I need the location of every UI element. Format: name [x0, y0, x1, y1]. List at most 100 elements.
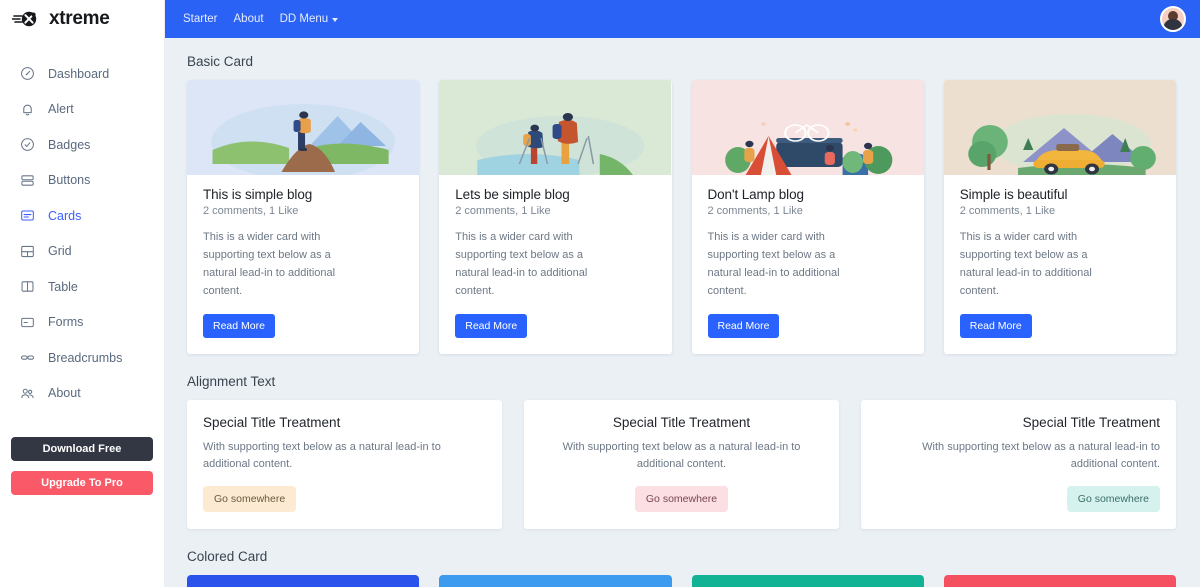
topbar: Starter About DD Menu [165, 0, 1200, 38]
alignment-card-title: Special Title Treatment [612, 414, 751, 430]
read-more-button[interactable]: Read More [455, 313, 528, 338]
basic-card-body: Don't Lamp blog 2 comments, 1 Like This … [692, 175, 924, 354]
sidebar-item-dashboard[interactable]: Dashboard [0, 56, 164, 92]
sidebar-actions: Download Free Upgrade To Pro [0, 437, 164, 495]
colored-card-section-title: Colored Card [187, 548, 268, 564]
alignment-card-text: With supporting text below as a natural … [562, 440, 801, 471]
upgrade-to-pro-button[interactable]: Upgrade To Pro [11, 471, 153, 495]
two-trekkers-illustration [439, 80, 672, 176]
colored-card-danger[interactable]: Special Title Treatment [943, 574, 1176, 587]
sidebar-item-buttons[interactable]: Buttons [0, 163, 164, 199]
go-somewhere-button[interactable]: Go somewhere [1066, 485, 1160, 512]
alignment-card-title: Special Title Treatment [1022, 414, 1160, 430]
basic-card-text: This is a wider card with supporting tex… [455, 231, 588, 297]
top-nav: Starter About DD Menu [183, 13, 339, 25]
basic-card-text: This is a wider card with supporting tex… [959, 231, 1092, 297]
basic-card-body: Lets be simple blog 2 comments, 1 Like T… [439, 175, 671, 354]
sidebar-item-label: Breadcrumbs [48, 350, 123, 365]
basic-card[interactable]: This is simple blog 2 comments, 1 Like T… [187, 80, 420, 354]
basic-card-text: This is a wider card with supporting tex… [203, 231, 336, 297]
alignment-card-title: Special Title Treatment [203, 414, 341, 430]
topnav-label: Starter [183, 13, 218, 25]
colored-card-primary[interactable]: Special Title Treatment [187, 574, 420, 587]
main-area: Starter About DD Menu Basic Card This is… [165, 0, 1200, 587]
brand-name: xtreme [49, 8, 110, 29]
colored-card-info[interactable]: Special Title Treatment [439, 574, 672, 587]
basic-card[interactable]: Lets be simple blog 2 comments, 1 Like T… [439, 80, 672, 354]
read-more-button[interactable]: Read More [203, 313, 275, 338]
colored-card-success[interactable]: Special Title Treatment [691, 574, 924, 587]
read-more-button[interactable]: Read More [959, 313, 1032, 338]
link-icon [20, 350, 35, 365]
sidebar-item-label: Cards [48, 208, 82, 223]
read-more-button[interactable]: Read More [707, 313, 780, 338]
basic-card-section-title: Basic Card [187, 54, 254, 69]
alignment-card-text: With supporting text below as a natural … [203, 440, 441, 471]
go-somewhere-button[interactable]: Go somewhere [634, 485, 729, 512]
sidebar: xtreme Dashboard Alert Badges Buttons Ca… [0, 0, 165, 587]
sidebar-item-label: Buttons [48, 173, 91, 188]
basic-card-title: This is simple blog [203, 187, 313, 202]
sidebar-item-cards[interactable]: Cards [0, 198, 164, 234]
brand[interactable]: xtreme [0, 0, 164, 38]
basic-card-title: Don't Lamp blog [707, 187, 804, 202]
topnav-link-dd-menu[interactable]: DD Menu [280, 13, 339, 25]
sidebar-item-forms[interactable]: Forms [0, 305, 164, 341]
alignment-section-title: Alignment Text [187, 373, 276, 389]
basic-card[interactable]: Simple is beautiful 2 comments, 1 Like T… [943, 80, 1176, 354]
download-free-button[interactable]: Download Free [11, 437, 153, 461]
sidebar-item-breadcrumbs[interactable]: Breadcrumbs [0, 340, 164, 376]
alignment-card-center[interactable]: Special Title Treatment With supporting … [524, 399, 839, 529]
people-icon [20, 386, 35, 401]
yellow-car-landscape-illustration [943, 80, 1176, 175]
go-somewhere-button[interactable]: Go somewhere [203, 485, 297, 512]
app-root: xtreme Dashboard Alert Badges Buttons Ca… [0, 0, 1200, 587]
camping-van-bicycle-illustration [691, 80, 924, 175]
avatar-body [1163, 19, 1183, 30]
sidebar-item-table[interactable]: Table [0, 269, 164, 305]
topnav-label: DD Menu [279, 13, 329, 25]
basic-card-title: Simple is beautiful [959, 187, 1068, 202]
sidebar-item-label: About [48, 386, 81, 401]
colored-card-row: Special Title Treatment Special Title Tr… [187, 574, 1176, 587]
grid-icon [20, 244, 35, 259]
sidebar-item-label: Table [48, 279, 78, 294]
hiker-mountain-illustration [187, 80, 420, 180]
sidebar-item-about[interactable]: About [0, 376, 164, 412]
alignment-card-text: With supporting text below as a natural … [922, 440, 1160, 471]
sidebar-item-badges[interactable]: Badges [0, 127, 164, 163]
chevron-down-icon [332, 18, 339, 22]
alignment-card-row: Special Title Treatment With supporting … [187, 399, 1176, 529]
basic-card-meta: 2 comments, 1 Like [707, 205, 803, 217]
sidebar-item-label: Badges [48, 137, 91, 152]
sidebar-item-label: Forms [48, 315, 84, 330]
basic-card[interactable]: Don't Lamp blog 2 comments, 1 Like This … [691, 80, 924, 354]
sidebar-item-grid[interactable]: Grid [0, 234, 164, 270]
buttons-icon [20, 173, 35, 188]
sidebar-item-label: Grid [48, 244, 72, 259]
sidebar-nav: Dashboard Alert Badges Buttons Cards Gri… [0, 56, 164, 411]
basic-card-meta: 2 comments, 1 Like [455, 205, 551, 217]
badge-circle-icon [20, 137, 35, 152]
basic-card-meta: 2 comments, 1 Like [203, 205, 299, 217]
table-icon [20, 279, 35, 294]
topnav-link-about[interactable]: About [234, 13, 264, 25]
basic-card-row: This is simple blog 2 comments, 1 Like T… [187, 80, 1176, 354]
form-icon [20, 315, 35, 330]
alignment-card-left[interactable]: Special Title Treatment With supporting … [187, 399, 502, 529]
sidebar-item-alert[interactable]: Alert [0, 92, 164, 128]
topnav-label: About [233, 13, 264, 25]
page-content: Basic Card This is simple blog 2 comment… [165, 38, 1200, 587]
sidebar-item-label: Alert [48, 102, 74, 117]
basic-card-body: This is simple blog 2 comments, 1 Like T… [187, 175, 419, 354]
sidebar-item-label: Dashboard [48, 66, 110, 81]
xtreme-logo-icon [11, 9, 42, 29]
basic-card-text: This is a wider card with supporting tex… [707, 231, 840, 297]
card-icon [20, 208, 35, 223]
avatar[interactable] [1160, 6, 1186, 32]
basic-card-meta: 2 comments, 1 Like [959, 205, 1056, 217]
alignment-card-right[interactable]: Special Title Treatment With supporting … [861, 399, 1176, 529]
basic-card-body: Simple is beautiful 2 comments, 1 Like T… [944, 175, 1176, 354]
speedometer-icon [20, 66, 35, 81]
topnav-link-starter[interactable]: Starter [183, 13, 218, 25]
